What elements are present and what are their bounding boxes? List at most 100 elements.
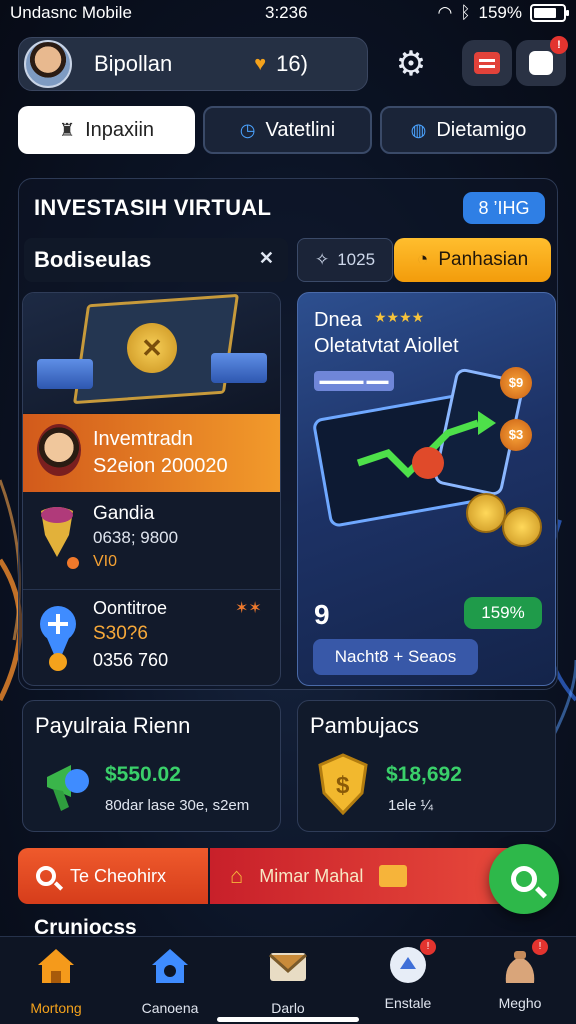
- location-pin-icon: [40, 606, 76, 671]
- carrier-label: Undasnc Mobile: [10, 3, 132, 22]
- status-dot: [67, 557, 79, 569]
- item-subtitle: 0638; 9800: [93, 528, 179, 547]
- item-subtitle: S2eion 200020: [93, 455, 228, 477]
- house-icon: [152, 949, 188, 983]
- mini-tag: ▬▬▬▬ ▬▬: [314, 371, 394, 391]
- panel-pill[interactable]: 8 ’IHG: [463, 192, 545, 224]
- search-icon: [511, 866, 537, 892]
- bottom-nav: Mortong Canoena Darlo ! Enstale ! Megho: [0, 936, 576, 1024]
- clock-icon: ◷: [239, 119, 256, 140]
- globe-icon: ◍: [410, 119, 427, 140]
- nav-label: Canoena: [141, 1000, 199, 1016]
- list-item[interactable]: Invemtradn S2eion 200020: [23, 414, 280, 492]
- subbar-title: Bodiseulas: [34, 247, 152, 272]
- panel-title: INVESTASIH VIRTUAL: [34, 195, 272, 220]
- username: Bipollan: [94, 51, 173, 76]
- bell-icon: [529, 51, 553, 75]
- coin-badge: $3: [500, 419, 532, 451]
- subbar: Bodiseulas ✕: [24, 238, 288, 282]
- stat-subtitle: 80dar lase 30e, s2em: [105, 797, 250, 814]
- button-label: Panhasian: [438, 249, 529, 270]
- tab-label: Vatetlini: [265, 118, 336, 141]
- nav-label: Enstale: [384, 995, 432, 1011]
- avatar[interactable]: [24, 40, 72, 88]
- tab-dietamigo[interactable]: ◍ Dietamigo: [380, 106, 557, 154]
- clock: 3:236: [265, 3, 308, 22]
- heart-count: 16): [276, 51, 308, 76]
- envelope-icon: [269, 953, 307, 981]
- cash-icon: [211, 353, 267, 383]
- stat-value: $18,692: [386, 763, 462, 786]
- notifications-button[interactable]: !: [516, 36, 568, 86]
- panhasian-button[interactable]: ◔ Panhasian: [394, 238, 551, 282]
- cash-icon: [37, 359, 93, 389]
- stat-title: Payulraia Rienn: [35, 713, 191, 738]
- search-icon: [36, 866, 56, 886]
- filter-chip[interactable]: ✧ 1025: [297, 238, 393, 282]
- shield-icon: [41, 507, 73, 557]
- pouch-icon: !: [498, 939, 548, 987]
- item-title: Gandia: [93, 503, 155, 524]
- coin-icon: ✕: [127, 323, 177, 373]
- close-icon[interactable]: ✕: [259, 248, 274, 269]
- list-item[interactable]: ✶✶ Oontitroe S30?6 0356 760: [23, 589, 280, 685]
- shield-icon: !: [386, 939, 436, 987]
- home-indicator[interactable]: [217, 1017, 359, 1022]
- book-illustration: ✕: [23, 293, 280, 413]
- nav-item-darlo[interactable]: Darlo: [238, 943, 338, 1016]
- battery-percent: 159%: [478, 3, 522, 22]
- check-button[interactable]: Te Cheohirx: [18, 848, 208, 904]
- growth-arrow-icon: [356, 411, 496, 479]
- trophy-icon: ♜: [58, 119, 76, 140]
- coin-icon: [466, 493, 506, 533]
- megaphone-icon: [47, 765, 89, 811]
- search-fab[interactable]: [489, 844, 559, 914]
- battery-icon: [530, 4, 569, 22]
- stars-icon: ✶✶: [235, 600, 262, 617]
- stat-card[interactable]: Pambujacs $ $18,692 1ele ¼: [297, 700, 556, 832]
- nav-badge: !: [420, 939, 436, 955]
- tab-label: Inpaxiin: [85, 118, 155, 141]
- nav-label: Mortong: [30, 1000, 82, 1016]
- percent-badge: 159%: [464, 597, 542, 629]
- nav-label: Darlo: [271, 1000, 305, 1016]
- rating-stars: ★★★★: [374, 309, 425, 325]
- heart-icon: ♥: [254, 52, 267, 75]
- left-card[interactable]: ✕ Invemtradn S2eion 200020 Gandia 0638; …: [22, 292, 281, 686]
- wifi-icon: ◠: [437, 3, 453, 22]
- nav-badge: !: [532, 939, 548, 955]
- stat-subtitle: 1ele ¼: [388, 797, 434, 814]
- profile-bar[interactable]: Bipollan ♥ 16): [18, 37, 368, 91]
- home-icon: [38, 949, 74, 983]
- avatar: [37, 424, 81, 476]
- card-subtitle: Oletatvtat Aiollet: [314, 335, 459, 357]
- svg-text:$: $: [336, 772, 350, 799]
- chip-label: 1025: [337, 250, 376, 269]
- item-value: S30?6: [93, 623, 148, 644]
- status-right: ◠ ᛒ 159%: [437, 3, 569, 23]
- item-tag: VI0: [93, 553, 118, 570]
- nav-item-enstale[interactable]: ! Enstale: [358, 939, 458, 1011]
- mimar-button[interactable]: ⌂ Mimar Mahal: [210, 848, 530, 904]
- notification-badge: !: [550, 36, 568, 54]
- item-title: Oontitroe: [93, 598, 168, 618]
- shield-icon: $: [318, 753, 368, 815]
- house-icon: ⌂: [230, 863, 244, 888]
- list-item[interactable]: Gandia 0638; 9800 VI0: [23, 493, 280, 581]
- item-subtitle: 0356 760: [93, 650, 169, 670]
- settings-icon: ✧: [314, 250, 330, 269]
- bluetooth-icon: ᛒ: [460, 3, 471, 22]
- timer-icon: ◔: [416, 249, 429, 270]
- nav-item-megho[interactable]: ! Megho: [470, 939, 570, 1011]
- right-card[interactable]: Dnea ★★★★ Oletatvtat Aiollet ▬▬▬▬ ▬▬ $9 …: [297, 292, 556, 686]
- stat-card[interactable]: Payulraia Rienn $550.02 80dar lase 30e, …: [22, 700, 281, 832]
- nav-item-canoena[interactable]: Canoena: [120, 943, 220, 1016]
- messages-button[interactable]: [462, 40, 512, 86]
- nav-item-mortong[interactable]: Mortong: [6, 943, 106, 1016]
- tab-inpaxiin[interactable]: ♜ Inpaxiin: [18, 106, 195, 154]
- button-label: Te Cheohirx: [70, 865, 167, 886]
- tab-vatetlini[interactable]: ◷ Vatetlini: [203, 106, 372, 154]
- stat-title: Pambujacs: [310, 713, 419, 738]
- gear-icon[interactable]: ⚙: [392, 45, 430, 83]
- search-button[interactable]: Nacht8 + Seaos: [313, 639, 478, 675]
